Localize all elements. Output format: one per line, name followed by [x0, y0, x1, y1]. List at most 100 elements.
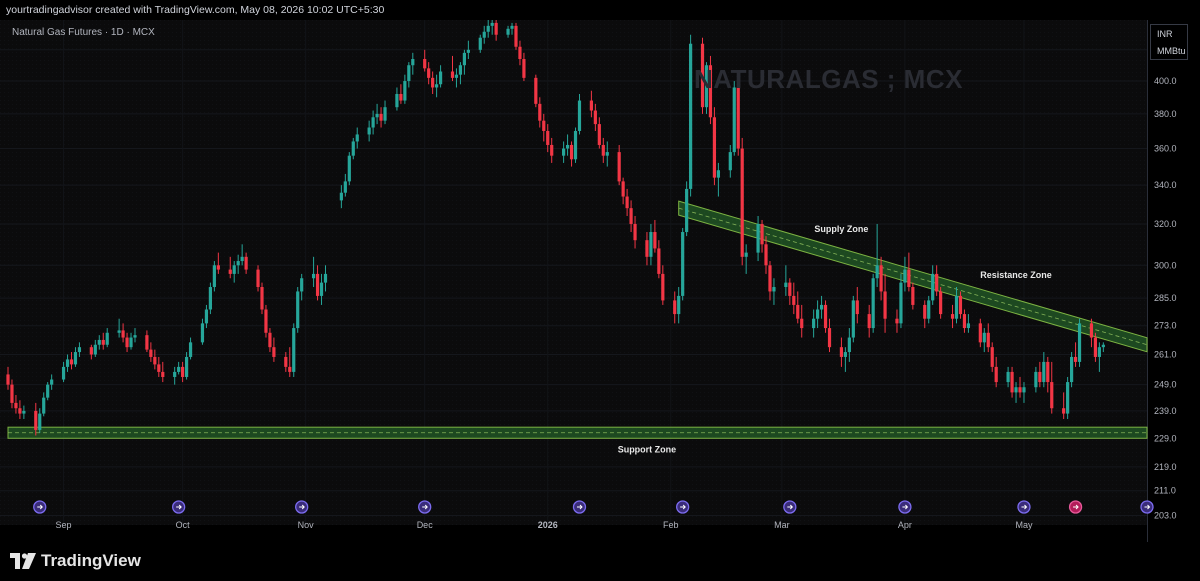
candle-body: [653, 232, 657, 249]
footer-brand: TradingView: [41, 551, 141, 570]
candle-body: [903, 269, 907, 283]
candle-body: [212, 265, 216, 288]
event-icon[interactable]: [1140, 500, 1154, 514]
symbol-info: Natural Gas Futures · 1D · MCX: [12, 27, 155, 38]
event-icon[interactable]: [418, 500, 432, 514]
candle-body: [177, 366, 181, 372]
candle-body: [1038, 371, 1042, 383]
candle-body: [383, 107, 387, 121]
currency-unit-selector[interactable]: INR MMBtu: [1150, 24, 1188, 60]
candle-body: [403, 81, 407, 101]
candle-body: [1018, 387, 1022, 393]
event-icon[interactable]: [1017, 500, 1031, 514]
candle-body: [911, 287, 915, 305]
event-icon[interactable]: [295, 500, 309, 514]
candle-body: [232, 265, 236, 274]
candle-body: [1014, 387, 1018, 393]
candle-body: [375, 113, 379, 118]
time-tick-label: Nov: [298, 520, 315, 530]
candle-body: [732, 87, 736, 153]
event-icon[interactable]: [676, 500, 690, 514]
candle-body: [288, 366, 292, 372]
event-icon[interactable]: [572, 500, 587, 514]
candle-body: [677, 295, 681, 315]
candle-body: [661, 273, 665, 301]
tradingview-logo[interactable]: TradingView: [10, 551, 141, 571]
time-tick-label: 2026: [538, 520, 558, 530]
candle-body: [923, 304, 927, 319]
unit-label: MMBtu: [1157, 46, 1186, 56]
candle-body: [625, 196, 629, 209]
candle-body: [371, 117, 375, 128]
candle-body: [77, 347, 82, 353]
candlestick-chart[interactable]: Supply Zone Resistance Zone Support Zone 4…: [0, 20, 1200, 542]
candle-body: [351, 141, 355, 156]
candle-body: [978, 323, 982, 343]
candle-body: [907, 269, 911, 288]
event-icon[interactable]: [1068, 500, 1083, 514]
candle-body: [617, 152, 621, 182]
candle-body: [1101, 344, 1105, 348]
price-tick-label: 360.0: [1154, 144, 1177, 154]
candle-body: [764, 244, 768, 266]
chart-area[interactable]: Supply Zone Resistance Zone Support Zone 4…: [0, 20, 1200, 542]
candle-body: [311, 273, 316, 279]
candle-body: [768, 265, 772, 292]
candle-body: [188, 342, 193, 357]
candle-body: [736, 87, 740, 149]
candle-body: [10, 384, 14, 403]
candle-body: [839, 347, 844, 357]
candle-body: [236, 261, 240, 266]
candle-body: [847, 337, 851, 353]
price-tick-label: 380.0: [1154, 109, 1177, 119]
candle-body: [550, 144, 554, 156]
candle-body: [292, 328, 296, 372]
candle-body: [438, 71, 443, 85]
plot-background: [0, 20, 1148, 525]
candle-body: [93, 344, 97, 355]
candle-body: [101, 339, 105, 345]
candle-body: [355, 134, 359, 142]
candle-body: [1062, 408, 1066, 414]
tradingview-logo-icon: [10, 553, 36, 569]
price-tick-label: 320.0: [1154, 219, 1177, 229]
candle-body: [673, 300, 677, 315]
price-tick-label: 340.0: [1154, 180, 1177, 190]
candle-body: [319, 282, 324, 296]
candle-body: [149, 349, 153, 357]
zone-annotation: Supply Zone: [814, 224, 868, 234]
candle-body: [966, 323, 971, 329]
price-tick-label: 203.0: [1154, 510, 1177, 520]
price-axis[interactable]: 420.0400.0380.0360.0340.0320.0300.0285.0…: [1154, 45, 1177, 521]
candle-body: [796, 304, 800, 319]
price-tick-label: 249.0: [1154, 380, 1177, 390]
candle-body: [681, 232, 685, 296]
candle-body: [812, 318, 816, 329]
candle-body: [895, 318, 899, 324]
candle-body: [633, 223, 637, 241]
candle-body: [589, 100, 593, 111]
candle-body: [954, 295, 959, 319]
candle-body: [490, 22, 494, 26]
candle-body: [899, 282, 903, 324]
candle-body: [1010, 371, 1014, 393]
candle-body: [851, 300, 855, 338]
candle-body: [38, 413, 42, 430]
candle-body: [117, 330, 121, 333]
candle-body: [1077, 323, 1082, 362]
event-icon[interactable]: [33, 500, 47, 514]
event-icon[interactable]: [783, 500, 797, 514]
candle-body: [450, 71, 455, 78]
price-tick-label: 211.0: [1154, 486, 1176, 496]
candle-body: [296, 291, 300, 329]
event-icon[interactable]: [898, 500, 912, 514]
event-icon[interactable]: [172, 500, 186, 514]
candle-body: [323, 273, 328, 283]
creator-line: yourtradingadvisor created with TradingV…: [6, 4, 385, 16]
candle-body: [819, 304, 824, 310]
candle-body: [629, 208, 633, 224]
candle-body: [204, 309, 209, 324]
candle-body: [1022, 387, 1026, 393]
candle-body: [260, 287, 264, 310]
candle-body: [65, 359, 70, 367]
